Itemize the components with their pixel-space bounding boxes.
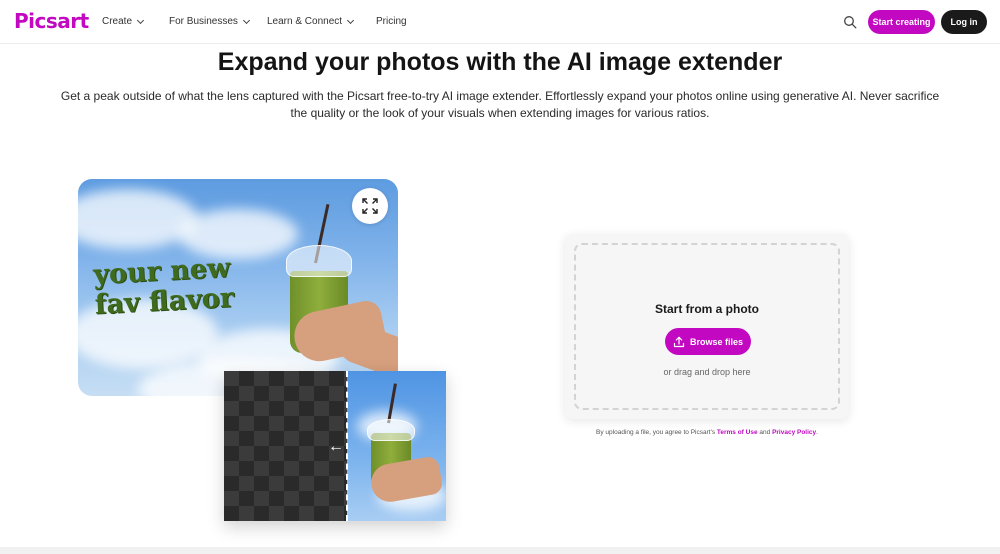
nav-item-learn-connect[interactable]: Learn & Connect — [267, 16, 355, 27]
nav-item-label: Learn & Connect — [267, 16, 343, 27]
nav-item-label: For Businesses — [169, 16, 238, 27]
page-title: Expand your photos with the AI image ext… — [217, 48, 783, 76]
extend-divider — [346, 371, 348, 521]
chevron-down-icon — [136, 16, 145, 24]
terms-of-use-link[interactable]: Terms of Use — [717, 429, 758, 436]
nav-item-label: Pricing — [376, 16, 407, 27]
terms-prefix: By uploading a file, you agree to Picsar… — [596, 429, 716, 436]
expand-button[interactable] — [352, 188, 388, 224]
showcase-tagline: your new fav flavor — [92, 253, 235, 321]
extended-photo — [347, 371, 446, 521]
start-creating-button[interactable]: Start creating — [868, 10, 935, 34]
nav-item-for-businesses[interactable]: For Businesses — [169, 16, 250, 27]
browse-files-label: Browse files — [689, 336, 744, 347]
chevron-down-icon — [242, 16, 250, 24]
terms-notice: By uploading a file, you agree to Picsar… — [540, 429, 874, 436]
search-icon[interactable] — [843, 15, 857, 29]
arrow-left-icon: ← — [328, 438, 344, 455]
drag-drop-hint: or drag and drop here — [663, 367, 751, 377]
bottom-divider — [0, 547, 1000, 554]
login-button[interactable]: Log in — [941, 10, 987, 34]
picsart-logo[interactable]: Picsart — [14, 9, 89, 33]
showcase-image-extended: ← — [224, 371, 446, 521]
showcase-image-main: your new fav flavor — [78, 179, 398, 396]
upload-icon — [673, 336, 685, 347]
page-subtitle: Get a peak outside of what the lens capt… — [60, 89, 940, 120]
browse-files-button[interactable]: Browse files — [665, 328, 751, 355]
drop-zone[interactable]: Start from a photo Browse files or drag … — [574, 243, 840, 410]
tagline-line-2: fav flavor — [94, 282, 235, 321]
expand-icon — [362, 198, 378, 214]
top-nav: Picsart Create For Businesses Learn & Co… — [0, 0, 1000, 44]
terms-and: and — [759, 429, 771, 436]
nav-item-label: Create — [102, 16, 133, 27]
privacy-policy-link[interactable]: Privacy Policy — [772, 429, 816, 436]
nav-item-pricing[interactable]: Pricing — [376, 16, 407, 27]
nav-item-create[interactable]: Create — [102, 16, 145, 27]
upload-card: Start from a photo Browse files or drag … — [565, 234, 849, 419]
chevron-down-icon — [347, 16, 355, 24]
terms-suffix: . — [816, 429, 818, 436]
upload-title: Start from a photo — [655, 302, 759, 316]
